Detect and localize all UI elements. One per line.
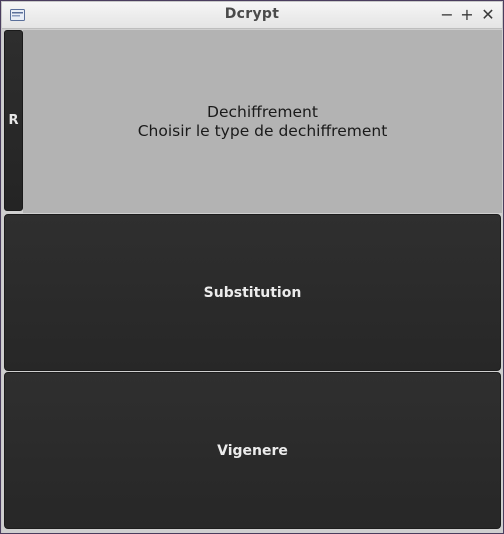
maximize-button[interactable]: + — [458, 5, 476, 25]
close-button[interactable]: ✕ — [479, 5, 497, 25]
vigenere-button[interactable]: Vigenere — [4, 372, 501, 529]
r-button[interactable]: R — [4, 30, 23, 211]
vigenere-button-label: Vigenere — [217, 442, 288, 459]
app-window: Dcrypt − + ✕ R Dechiffrement Choisir le … — [0, 0, 504, 534]
header-heading: Dechiffrement — [207, 102, 318, 121]
window-title: Dcrypt — [224, 6, 280, 22]
main-content: R Dechiffrement Choisir le type de dechi… — [2, 29, 503, 533]
r-button-label: R — [8, 113, 19, 128]
header-subheading: Choisir le type de dechiffrement — [137, 121, 388, 140]
substitution-button[interactable]: Substitution — [4, 214, 501, 371]
substitution-button-label: Substitution — [203, 284, 302, 301]
minimize-button[interactable]: − — [438, 5, 456, 25]
header-panel: Dechiffrement Choisir le type de dechiff… — [23, 30, 502, 213]
title-bar[interactable]: Dcrypt − + ✕ — [2, 2, 502, 29]
